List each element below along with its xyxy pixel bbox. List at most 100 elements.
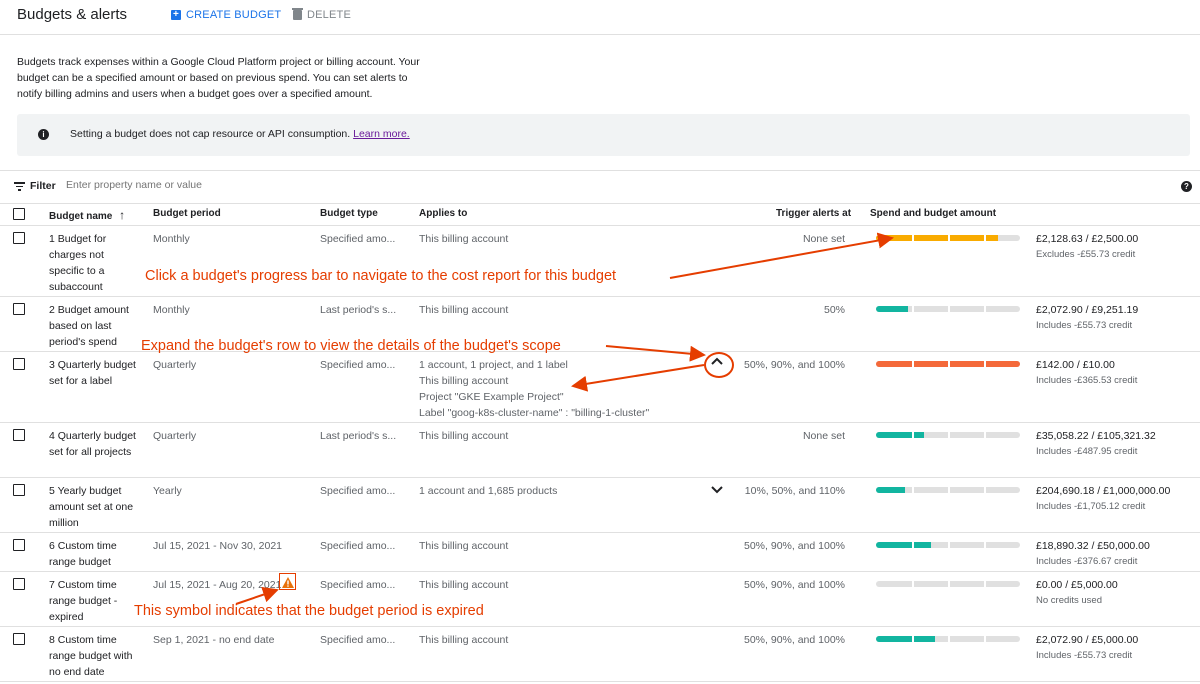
budget-name-link[interactable]: 7 Custom time range budget - expired xyxy=(49,577,141,625)
row-checkbox[interactable] xyxy=(13,484,25,496)
info-banner: i Setting a budget does not cap resource… xyxy=(17,114,1190,156)
budget-name-link[interactable]: 3 Quarterly budget set for a label xyxy=(49,357,141,389)
learn-more-link[interactable]: Learn more. xyxy=(353,128,410,140)
credit-text: Includes -£376.67 credit xyxy=(1036,556,1138,567)
progress-divider xyxy=(948,581,950,587)
row-checkbox[interactable] xyxy=(13,429,25,441)
progress-divider xyxy=(948,432,950,438)
table-row[interactable]: 6 Custom time range budget Jul 15, 2021 -… xyxy=(0,533,1200,572)
row-checkbox[interactable] xyxy=(13,358,25,370)
amount-text: £2,072.90 / £5,000.00 xyxy=(1036,634,1139,646)
row-checkbox[interactable] xyxy=(13,303,25,315)
expand-highlight-ring xyxy=(704,352,734,378)
trigger-alerts: 50% xyxy=(823,304,845,316)
credit-text: Excludes -£55.73 credit xyxy=(1036,249,1136,260)
create-budget-label: CREATE BUDGET xyxy=(186,9,282,21)
applies-to-line: This billing account xyxy=(419,430,509,442)
progress-divider xyxy=(912,487,914,493)
credit-text: Includes -£55.73 credit xyxy=(1036,320,1133,331)
progress-divider xyxy=(984,306,986,312)
sort-arrow-up-icon[interactable]: ↑ xyxy=(119,208,125,222)
budget-period: Yearly xyxy=(153,485,182,497)
amount-text: £18,890.32 / £50,000.00 xyxy=(1036,540,1150,552)
budget-name-link[interactable]: 4 Quarterly budget set for all projects xyxy=(49,428,141,460)
chevron-down-icon[interactable] xyxy=(711,485,723,497)
budget-period: Jul 15, 2021 - Nov 30, 2021 xyxy=(153,540,283,552)
budget-period: Monthly xyxy=(153,233,190,245)
row-checkbox[interactable] xyxy=(13,539,25,551)
budget-type: Specified amo... xyxy=(320,634,396,646)
progress-fill xyxy=(876,636,936,642)
filter-input[interactable] xyxy=(64,178,468,192)
page-title: Budgets & alerts xyxy=(17,6,128,23)
budget-name-link[interactable]: 5 Yearly budget amount set at one millio… xyxy=(49,483,141,531)
column-header-applies[interactable]: Applies to xyxy=(419,208,467,219)
spend-amount: £2,072.90 / £5,000.00 Includes -£55.73 cr… xyxy=(1036,632,1138,664)
trash-icon xyxy=(292,8,303,20)
table-row[interactable]: 1 Budget for charges not specific to a s… xyxy=(0,226,1200,297)
budget-name-link[interactable]: 8 Custom time range budget with no end d… xyxy=(49,632,141,680)
budget-name-link[interactable]: 6 Custom time range budget xyxy=(49,538,141,570)
budget-period: Jul 15, 2021 - Aug 20, 2021 xyxy=(153,579,282,591)
create-budget-button[interactable]: + CREATE BUDGET xyxy=(171,9,281,21)
row-checkbox[interactable] xyxy=(13,232,25,244)
progress-divider xyxy=(948,487,950,493)
info-icon: i xyxy=(38,129,49,140)
progress-divider xyxy=(912,235,914,241)
table-row[interactable]: 8 Custom time range budget with no end d… xyxy=(0,627,1200,682)
column-header-type[interactable]: Budget type xyxy=(320,208,378,219)
credit-text: Includes -£487.95 credit xyxy=(1036,446,1138,457)
budget-name-link[interactable]: 1 Budget for charges not specific to a s… xyxy=(49,231,141,295)
spend-progress-bar[interactable] xyxy=(876,235,1020,241)
applies-to: 1 account, 1 project, and 1 label This bi… xyxy=(419,357,649,421)
budget-period: Monthly xyxy=(153,304,190,316)
progress-fill xyxy=(876,235,999,241)
spend-progress-bar[interactable] xyxy=(876,542,1020,548)
progress-divider xyxy=(948,542,950,548)
progress-divider xyxy=(984,487,986,493)
spend-progress-bar[interactable] xyxy=(876,361,1020,367)
applies-to-line: 1 account, 1 project, and 1 label xyxy=(419,359,568,371)
amount-text: £2,128.63 / £2,500.00 xyxy=(1036,233,1139,245)
intro-text: Budgets track expenses within a Google C… xyxy=(17,56,420,100)
annotation-expired: This symbol indicates that the budget pe… xyxy=(134,603,484,619)
applies-to: This billing account xyxy=(419,577,508,593)
row-checkbox[interactable] xyxy=(13,633,25,645)
applies-to: This billing account xyxy=(419,302,508,318)
progress-divider xyxy=(912,432,914,438)
spend-progress-bar[interactable] xyxy=(876,432,1020,438)
spend-progress-bar[interactable] xyxy=(876,636,1020,642)
table-row[interactable]: 5 Yearly budget amount set at one millio… xyxy=(0,478,1200,533)
applies-to: This billing account xyxy=(419,231,508,247)
delete-button[interactable]: DELETE xyxy=(292,8,351,21)
delete-label: DELETE xyxy=(307,9,351,21)
table-header: Budget name ↑ Budget period Budget type … xyxy=(0,203,1200,226)
table-row[interactable]: 4 Quarterly budget set for all projects Q… xyxy=(0,423,1200,478)
column-header-spend[interactable]: Spend and budget amount xyxy=(870,208,996,219)
progress-divider xyxy=(912,636,914,642)
progress-divider xyxy=(948,306,950,312)
progress-divider xyxy=(984,636,986,642)
spend-progress-bar[interactable] xyxy=(876,306,1020,312)
progress-divider xyxy=(984,432,986,438)
help-icon[interactable]: ? xyxy=(1181,181,1192,192)
info-text: Setting a budget does not cap resource o… xyxy=(70,128,410,140)
row-checkbox[interactable] xyxy=(13,578,25,590)
applies-to-line: This billing account xyxy=(419,304,509,316)
progress-divider xyxy=(984,235,986,241)
table-row[interactable]: 3 Quarterly budget set for a label Quarte… xyxy=(0,352,1200,423)
info-message: Setting a budget does not cap resource o… xyxy=(70,128,351,140)
budget-name-link[interactable]: 2 Budget amount based on last period's s… xyxy=(49,302,141,350)
spend-progress-bar[interactable] xyxy=(876,581,1020,587)
spend-amount: £204,690.18 / £1,000,000.00 Includes -£1,… xyxy=(1036,483,1170,515)
select-all-checkbox[interactable] xyxy=(13,208,25,220)
progress-divider xyxy=(948,235,950,241)
applies-to-line: This billing account xyxy=(419,375,509,387)
budget-type: Specified amo... xyxy=(320,485,396,497)
column-header-trigger[interactable]: Trigger alerts at xyxy=(776,208,851,219)
column-header-period[interactable]: Budget period xyxy=(153,208,221,219)
progress-divider xyxy=(912,361,914,367)
credit-text: No credits used xyxy=(1036,595,1103,606)
column-header-name[interactable]: Budget name ↑ xyxy=(49,208,125,222)
spend-progress-bar[interactable] xyxy=(876,487,1020,493)
